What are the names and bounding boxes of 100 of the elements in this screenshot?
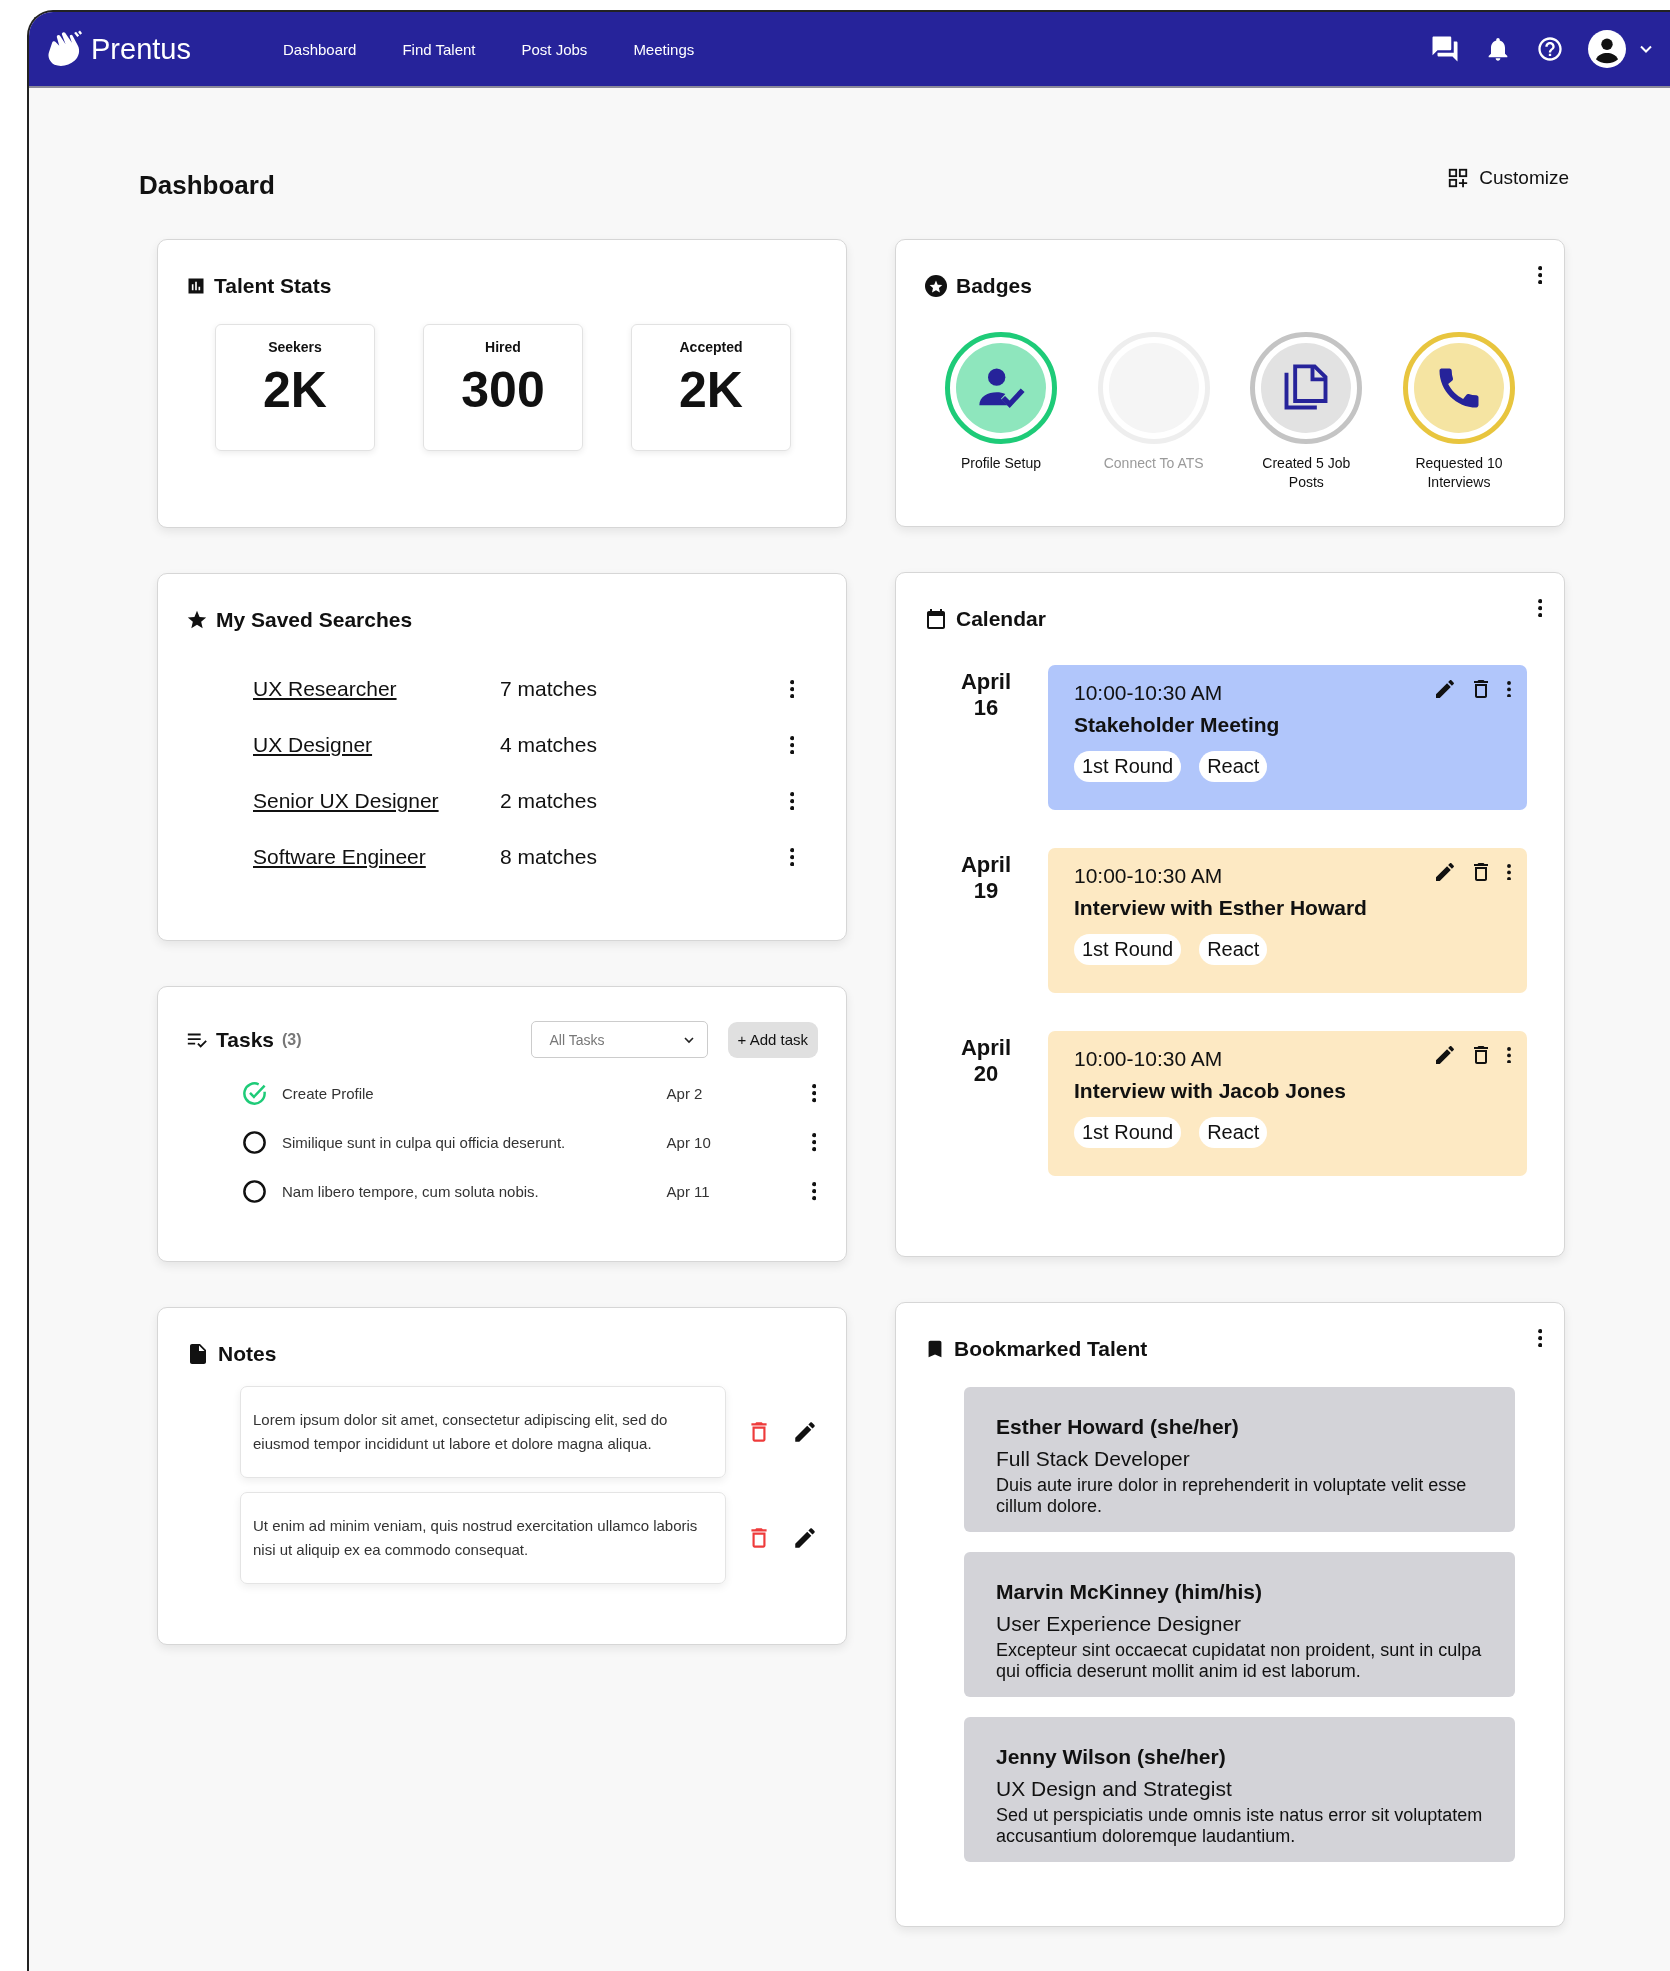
- event-month: April: [960, 852, 1012, 878]
- card-title: Bookmarked Talent: [954, 1337, 1148, 1361]
- tag: 1st Round: [1074, 1117, 1182, 1148]
- search-link[interactable]: Software Engineer: [253, 845, 500, 869]
- search-link[interactable]: UX Researcher: [253, 677, 500, 701]
- more-icon: [1507, 863, 1511, 881]
- more-icon: [790, 847, 795, 867]
- tag: React: [1199, 751, 1268, 782]
- more-button[interactable]: [1535, 597, 1544, 620]
- more-icon: [1507, 1046, 1511, 1064]
- event-time: 10:00-10:30 AM: [1074, 681, 1223, 705]
- card-title: Notes: [218, 1342, 277, 1366]
- match-count: 4 matches: [500, 733, 598, 757]
- event-day: 16: [973, 695, 999, 721]
- edit-button[interactable]: [1433, 1043, 1457, 1067]
- search-link[interactable]: Senior UX Designer: [253, 789, 500, 813]
- stat-label: Seekers: [268, 339, 322, 355]
- task-text: Similique sunt in culpa qui officia deserunt.: [282, 1134, 567, 1151]
- more-icon: [811, 1133, 816, 1152]
- star-icon: [186, 609, 208, 631]
- task-date: Apr 10: [666, 1134, 712, 1151]
- talent-card[interactable]: Marvin McKinney (him/his) User Experience Designer Excepteur sint occaecat cupidatat non proident, sunt in culpa qui officia deserunt mollit anim id est laborum.: [964, 1552, 1515, 1697]
- pencil-icon: [792, 1525, 818, 1551]
- more-button[interactable]: [809, 1180, 818, 1203]
- more-button[interactable]: [788, 677, 797, 701]
- tag: React: [1199, 934, 1268, 965]
- talent-name: Marvin McKinney (him/his): [996, 1580, 1264, 1604]
- note-text: Ut enim ad minim veniam, quis nostrud exercitation ullamco laboris nisi ut aliquip ex ea commodo consequat.: [253, 1516, 699, 1560]
- more-button[interactable]: [1535, 1327, 1544, 1350]
- more-icon: [1537, 599, 1542, 618]
- more-button[interactable]: [1505, 1044, 1513, 1066]
- event-day: 19: [973, 878, 999, 904]
- edit-button[interactable]: [792, 1525, 818, 1551]
- match-count: 2 matches: [500, 789, 598, 813]
- edit-button[interactable]: [792, 1419, 818, 1445]
- badge-label: Requested 10 Interviews: [1414, 454, 1504, 492]
- talent-name: Esther Howard (she/her): [996, 1415, 1240, 1439]
- pencil-icon: [792, 1419, 818, 1445]
- event-day: 20: [973, 1061, 999, 1087]
- task-checkbox[interactable]: [241, 1129, 268, 1156]
- talent-card[interactable]: Esther Howard (she/her) Full Stack Developer Duis aute irure dolor in reprehenderit in voluptate velit esse cillum dolore.: [964, 1387, 1515, 1532]
- task-date: Apr 2: [666, 1085, 704, 1102]
- nav-link[interactable]: Meetings: [633, 40, 695, 58]
- more-icon: [811, 1084, 816, 1103]
- nav-link[interactable]: Find Talent: [402, 40, 476, 58]
- stat-value: 300: [461, 361, 545, 419]
- more-button[interactable]: [809, 1131, 818, 1154]
- filter-dropdown[interactable]: All Tasks: [530, 1021, 708, 1058]
- tag: 1st Round: [1074, 934, 1182, 965]
- card-title: Badges: [956, 274, 1032, 298]
- card-title: Talent Stats: [214, 274, 332, 298]
- nav-link[interactable]: Post Jobs: [521, 40, 588, 58]
- talent-card[interactable]: Jenny Wilson (she/her) UX Design and Strategist Sed ut perspiciatis unde omnis iste natus error sit voluptatem accusantium doloremque laudantium.: [964, 1717, 1515, 1862]
- more-button[interactable]: [788, 789, 797, 813]
- more-button[interactable]: [1505, 678, 1513, 700]
- event-card[interactable]: 10:00-10:30 AM Stakeholder Meeting 1st Round React: [1048, 665, 1527, 810]
- edit-button[interactable]: [1433, 860, 1457, 884]
- more-button[interactable]: [1505, 861, 1513, 883]
- more-button[interactable]: [788, 733, 797, 757]
- task-text: Create Profile: [282, 1085, 375, 1102]
- card-title: My Saved Searches: [216, 608, 413, 632]
- add-task-button[interactable]: + Add task: [727, 1021, 818, 1058]
- edit-button[interactable]: [1433, 677, 1457, 701]
- pencil-icon: [1433, 860, 1457, 884]
- more-button[interactable]: [809, 1082, 818, 1105]
- customize-button[interactable]: Customize: [1447, 166, 1569, 189]
- more-icon: [790, 735, 795, 755]
- more-icon: [1507, 680, 1511, 698]
- event-time: 10:00-10:30 AM: [1074, 1047, 1223, 1071]
- grid-icon: [1447, 166, 1470, 189]
- stat-label: Accepted: [679, 339, 743, 355]
- check-circle-icon: [241, 1080, 268, 1107]
- talent-name: Jenny Wilson (she/her): [996, 1745, 1227, 1769]
- avatar-icon[interactable]: [1588, 30, 1626, 68]
- event-card[interactable]: 10:00-10:30 AM Interview with Jacob Jones 1st Round React: [1048, 1031, 1527, 1176]
- stat-value: 2K: [263, 361, 327, 419]
- more-icon: [1537, 1329, 1542, 1348]
- pencil-icon: [1433, 1043, 1457, 1067]
- more-icon: [1537, 266, 1542, 285]
- more-button[interactable]: [1535, 264, 1544, 287]
- card-title: Calendar: [956, 607, 1046, 631]
- stat-label: Hired: [485, 339, 521, 355]
- card-title: Tasks: [216, 1027, 274, 1052]
- help-icon[interactable]: [1536, 35, 1564, 63]
- search-link[interactable]: UX Designer: [253, 733, 500, 757]
- nav-link[interactable]: Dashboard: [283, 40, 357, 58]
- talent-summary: Excepteur sint occaecat cupidatat non proident, sunt in culpa qui officia deserunt mollit anim id est laborum.: [996, 1640, 1483, 1682]
- task-checkbox[interactable]: [241, 1178, 268, 1205]
- brand-name[interactable]: Prentus: [91, 32, 191, 66]
- more-icon: [811, 1182, 816, 1201]
- tag: 1st Round: [1074, 751, 1182, 782]
- talent-role: User Experience Designer: [996, 1612, 1243, 1636]
- event-card[interactable]: 10:00-10:30 AM Interview with Esther Howard 1st Round React: [1048, 848, 1527, 993]
- talent-role: Full Stack Developer: [996, 1447, 1191, 1471]
- more-button[interactable]: [788, 845, 797, 869]
- task-checkbox[interactable]: [241, 1080, 268, 1107]
- chat-icon[interactable]: [1430, 34, 1460, 64]
- badge-label: Profile Setup: [959, 454, 1043, 473]
- talent-role: UX Design and Strategist: [996, 1777, 1233, 1801]
- match-count: 7 matches: [500, 677, 598, 701]
